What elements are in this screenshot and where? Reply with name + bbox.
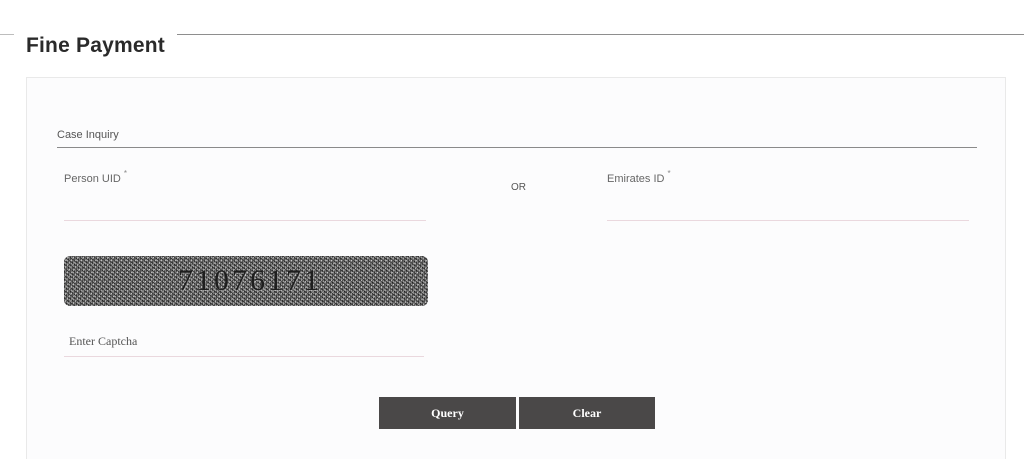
section-label: Case Inquiry [57,129,119,141]
page: Fine Payment Case Inquiry Person UID * OR… [0,0,1024,459]
required-mark: * [667,169,671,178]
person-uid-label: Person UID * [64,169,127,185]
captcha-input[interactable] [64,326,424,357]
page-title: Fine Payment [26,34,165,57]
person-uid-field: Person UID * [64,169,426,221]
section-divider [57,147,977,148]
case-inquiry-form: Case Inquiry Person UID * OR Emirates ID *… [26,77,1006,459]
emirates-id-label: Emirates ID * [607,169,671,185]
or-separator: OR [511,182,526,193]
captcha-code: 71076171 [178,264,322,297]
required-mark: * [123,169,127,178]
person-uid-input[interactable] [64,193,426,221]
emirates-id-field: Emirates ID * [607,169,969,221]
query-button[interactable]: Query [379,397,516,429]
emirates-id-input[interactable] [607,193,969,221]
title-divider-left [0,34,14,35]
title-divider-right [177,34,1024,35]
clear-button[interactable]: Clear [519,397,655,429]
captcha-image: 71076171 [64,256,428,306]
